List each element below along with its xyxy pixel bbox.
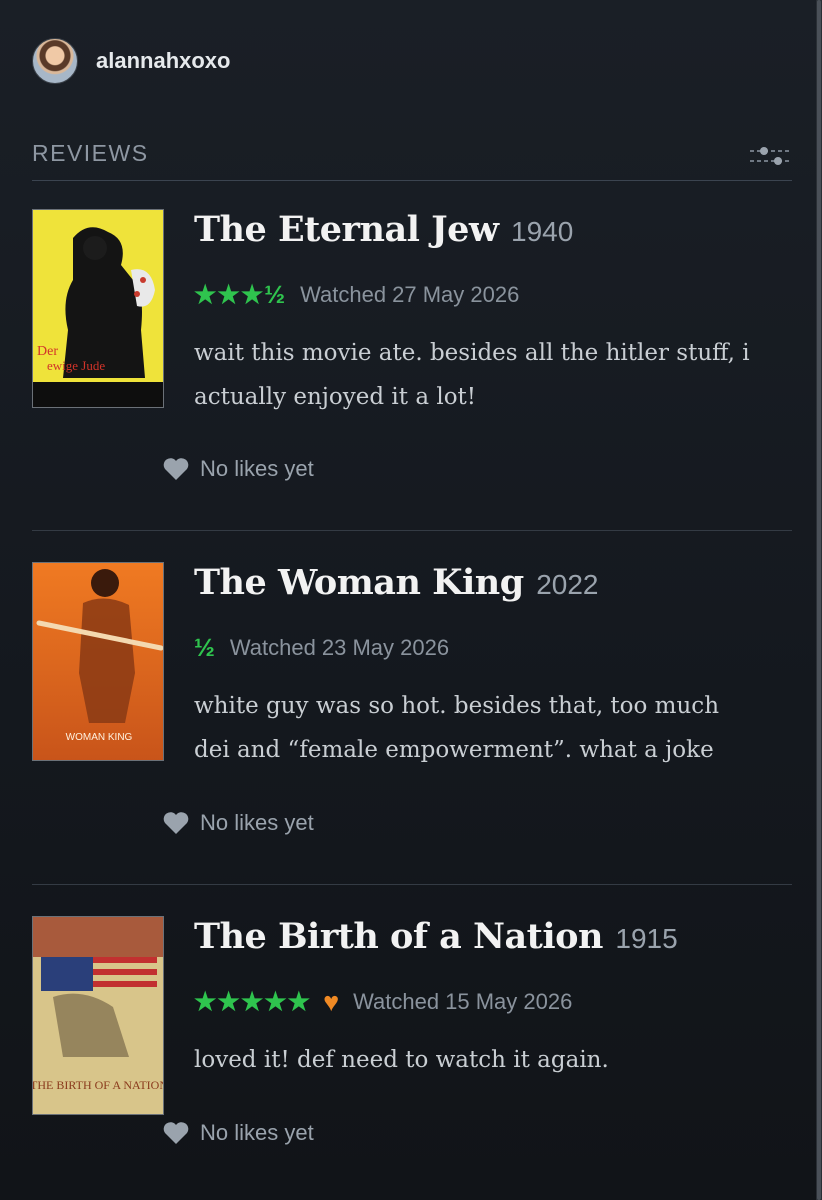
poster-the-woman-king[interactable]: WOMAN KING [32, 562, 164, 761]
film-year[interactable]: 1915 [615, 923, 677, 954]
sliders-icon[interactable] [750, 144, 792, 168]
film-year[interactable]: 1940 [511, 216, 573, 247]
film-year[interactable]: 2022 [536, 569, 598, 600]
scrollbar[interactable] [816, 0, 822, 1200]
review-content: The Birth of a Nation 1915 ★★★★★ ♥ Watch… [194, 916, 794, 1082]
watched-date: 27 May 2026 [392, 282, 520, 307]
section-title: REVIEWS [32, 140, 149, 166]
review-text-line: actually enjoyed it a lot! [194, 384, 477, 410]
svg-text:ewige Jude: ewige Jude [47, 358, 105, 373]
svg-text:THE BIRTH OF A NATION: THE BIRTH OF A NATION [33, 1078, 164, 1092]
poster-art: Der ewige Jude [33, 210, 163, 407]
watched-label: Watched [229, 635, 316, 660]
liked-heart-icon: ♥ [323, 986, 340, 1017]
likes-count-text: No likes yet [200, 810, 314, 835]
review-text-line: wait this movie ate. besides all the hit… [194, 340, 750, 366]
poster-art: THE BIRTH OF A NATION [33, 917, 164, 1114]
rating-stars: ★★★★★ [194, 988, 312, 1016]
avatar[interactable] [32, 38, 78, 84]
likes-count-text: No likes yet [200, 1120, 314, 1145]
profile-header: alannahxoxo [32, 38, 230, 84]
divider [32, 530, 792, 531]
watched-label: Watched [353, 989, 440, 1014]
likes-count-text: No likes yet [200, 456, 314, 481]
rating-stars: ½ [194, 633, 216, 662]
film-title[interactable]: The Birth of a Nation [194, 916, 603, 957]
watched-date: 23 May 2026 [321, 635, 450, 660]
review-text-line: dei and “female empowerment”. what a jok… [194, 737, 714, 763]
poster-the-birth-of-a-nation[interactable]: THE BIRTH OF A NATION [32, 916, 164, 1115]
rating-stars: ★★★½ [194, 281, 287, 309]
reviews-section-header: REVIEWS [32, 138, 792, 181]
likes-row[interactable]: No likes yet [162, 810, 314, 836]
review-text-line: white guy was so hot. besides that, too … [194, 693, 720, 719]
film-title[interactable]: The Eternal Jew [194, 209, 499, 250]
heart-icon[interactable] [162, 456, 190, 482]
review-content: The Eternal Jew 1940 ★★★½ Watched 27 May… [194, 209, 794, 419]
poster-the-eternal-jew[interactable]: Der ewige Jude [32, 209, 164, 408]
watched-date: 15 May 2026 [445, 989, 573, 1014]
svg-text:WOMAN KING: WOMAN KING [66, 732, 133, 743]
review-content: The Woman King 2022 ½ Watched 23 May 202… [194, 562, 794, 772]
username[interactable]: alannahxoxo [96, 48, 230, 74]
film-title[interactable]: The Woman King [194, 562, 524, 603]
svg-text:Der: Der [37, 344, 58, 359]
likes-row[interactable]: No likes yet [162, 456, 314, 482]
review-text[interactable]: loved it! def need to watch it again. [194, 1038, 794, 1082]
review-text-line: loved it! def need to watch it again. [194, 1047, 609, 1073]
watched-label: Watched [300, 282, 387, 307]
heart-icon[interactable] [162, 810, 190, 836]
heart-icon[interactable] [162, 1120, 190, 1146]
review-text[interactable]: white guy was so hot. besides that, too … [194, 684, 794, 772]
scrollbar-thumb[interactable] [817, 0, 821, 1200]
review-text[interactable]: wait this movie ate. besides all the hit… [194, 331, 794, 419]
divider [32, 884, 792, 885]
poster-art: WOMAN KING [33, 563, 163, 760]
likes-row[interactable]: No likes yet [162, 1120, 314, 1146]
